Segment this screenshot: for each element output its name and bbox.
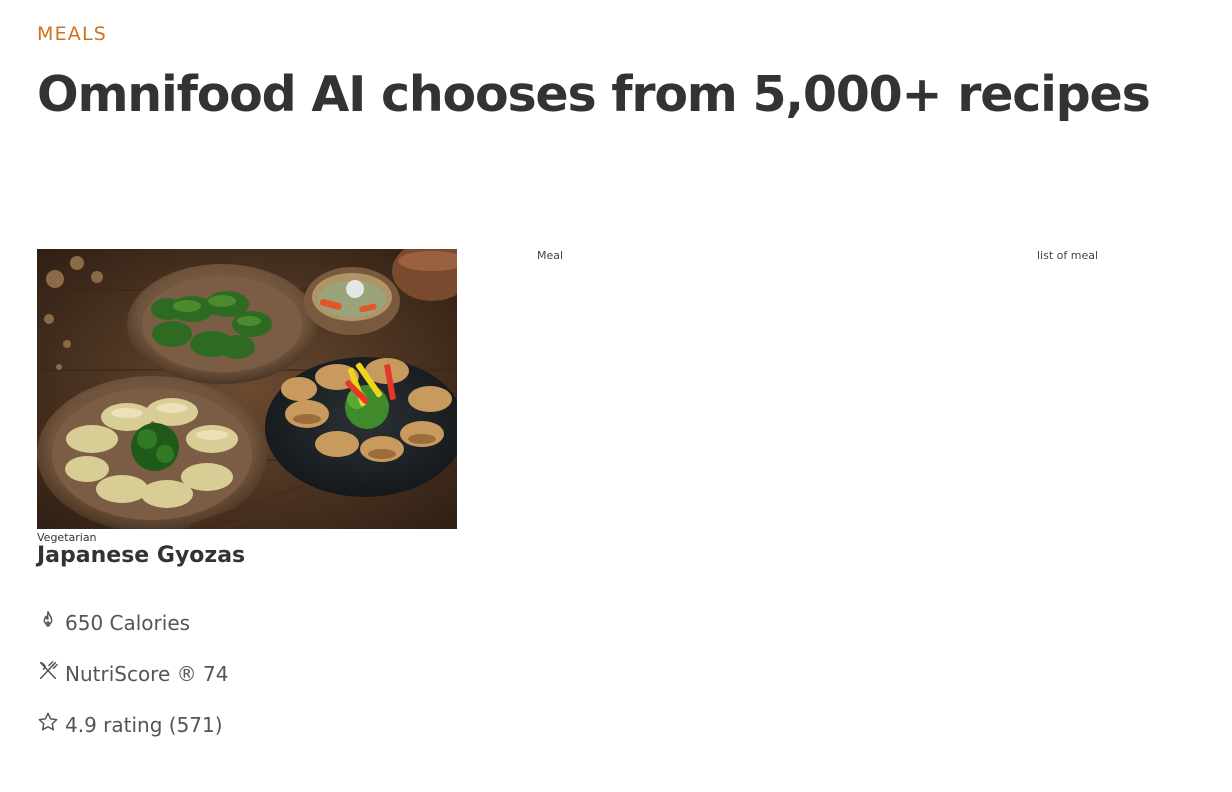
meal-attribute-calories: 650 Calories: [37, 605, 228, 641]
broken-image-alt-list: list of meal: [1037, 249, 1099, 262]
flame-icon: [37, 609, 59, 631]
meal-attribute-text: 650 Calories: [65, 611, 191, 635]
section-subheading: MEALS: [37, 23, 108, 45]
meal-title: Japanese Gyozas: [37, 543, 246, 568]
meal-attribute-text: NutriScore ® 74: [65, 662, 229, 686]
meal-attributes: 650 Calories NutriScore ® 74 4.9 rating …: [37, 605, 228, 758]
meal-attribute-nutriscore: NutriScore ® 74: [37, 656, 228, 692]
meal-image: [37, 249, 457, 529]
meal-attribute-text: 4.9 rating (571): [65, 713, 223, 737]
meal-attribute-rating: 4.9 rating (571): [37, 707, 228, 743]
star-icon: [37, 711, 59, 733]
restaurant-icon: [37, 660, 59, 682]
meal-card: Vegetarian Japanese Gyozas 650 Calories: [37, 249, 457, 737]
broken-image-alt-meal: Meal: [537, 249, 564, 262]
section-heading: Omnifood AI chooses from 5,000+ recipes: [37, 66, 1151, 123]
